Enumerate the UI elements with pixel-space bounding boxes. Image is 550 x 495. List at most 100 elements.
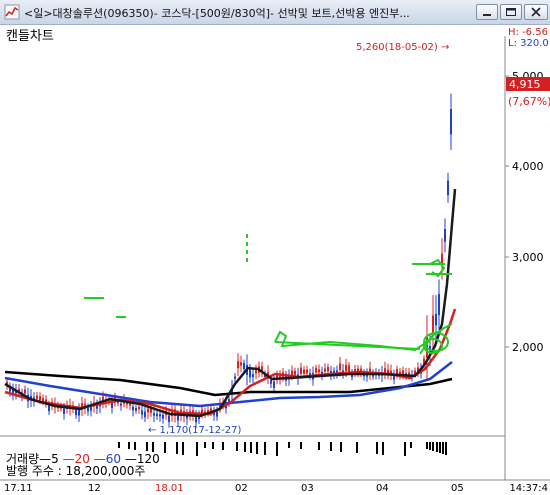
volume-bar xyxy=(236,442,238,451)
green-annotations xyxy=(84,234,453,355)
candle-body xyxy=(249,369,251,378)
volume-bar xyxy=(222,442,224,450)
x-tick-label: 05 xyxy=(451,483,464,494)
ma20-line xyxy=(4,308,457,416)
volume-bar xyxy=(152,442,154,452)
volume-bar xyxy=(176,442,178,454)
volume-bar xyxy=(264,442,266,455)
candle-body xyxy=(228,399,230,402)
candle-body xyxy=(36,395,38,399)
candle-body xyxy=(132,406,134,411)
candle-body xyxy=(432,315,434,334)
volume-bar xyxy=(340,442,342,452)
volume-bar xyxy=(164,442,166,453)
candle-body xyxy=(252,374,254,378)
volume-bar xyxy=(128,442,130,449)
y-tick-label: 2,000 xyxy=(512,341,544,354)
volume-bar xyxy=(118,442,120,448)
candle-body xyxy=(444,229,446,242)
volume-bar xyxy=(429,442,431,450)
volume-bar xyxy=(196,442,198,456)
volume-bar xyxy=(288,442,290,448)
candle-body xyxy=(78,409,80,416)
volume-bar xyxy=(445,442,447,455)
volume-bar xyxy=(426,442,428,449)
x-tick-label: 18.01 xyxy=(155,483,184,494)
candle-body xyxy=(348,365,350,372)
candle-body xyxy=(294,370,296,375)
candle-body xyxy=(447,180,449,196)
ma5-line xyxy=(4,188,457,418)
candle-body xyxy=(441,253,443,264)
candle-body xyxy=(234,376,236,379)
candle-body xyxy=(159,414,161,417)
candle-body xyxy=(243,362,245,370)
candle-body xyxy=(144,411,146,418)
candle-body xyxy=(303,369,305,374)
candle-body xyxy=(438,294,440,316)
candle-body xyxy=(39,396,41,401)
candle-body xyxy=(324,368,326,372)
candle-body xyxy=(135,408,137,411)
volume-bar xyxy=(439,442,441,453)
candle-body xyxy=(255,370,257,374)
candle-body xyxy=(90,406,92,411)
candle-body xyxy=(237,361,239,369)
volume-bar xyxy=(250,442,252,453)
volume-bar xyxy=(356,442,358,453)
candle-body xyxy=(318,369,320,373)
candle-body xyxy=(141,410,143,415)
volume-bar xyxy=(410,442,412,448)
candle-body xyxy=(384,368,386,373)
candle-body xyxy=(168,415,170,422)
window-title: <일>대창솔루션(096350)- 코스닥-[500원/830억]- 선박및 보… xyxy=(24,7,410,20)
maximize-button[interactable] xyxy=(500,4,522,20)
volume-bar xyxy=(134,442,136,450)
current-price: 4,915 xyxy=(509,78,541,91)
volume-bar xyxy=(276,442,278,456)
x-tick-label: 03 xyxy=(301,483,314,494)
volume-bar xyxy=(404,442,406,456)
candle-body xyxy=(291,370,293,376)
candle-body xyxy=(75,409,77,416)
x-tick-label: 12 xyxy=(88,483,101,494)
volume-bar xyxy=(442,442,444,454)
candle-body xyxy=(162,414,164,419)
volume-bar xyxy=(146,442,148,451)
volume-bar xyxy=(436,442,438,452)
candle-body xyxy=(270,380,272,384)
volume-bar xyxy=(330,442,332,451)
candle-body xyxy=(240,362,242,366)
candle-body xyxy=(345,364,347,371)
candle-body xyxy=(63,408,65,414)
max-annotation: 5,260(18-05-02) → xyxy=(356,42,449,53)
volume-bar xyxy=(244,442,246,452)
volume-bar xyxy=(376,442,378,454)
min-annotation: ← 1,170(17-12-27) xyxy=(148,425,241,436)
close-button[interactable] xyxy=(524,4,548,20)
candle-body xyxy=(111,402,113,408)
candle-body xyxy=(300,367,302,374)
x-tick-label: 17.11 xyxy=(4,483,33,494)
x-tick-label: 02 xyxy=(235,483,248,494)
status-time: 14:37:4 xyxy=(509,483,548,494)
app-icon xyxy=(4,4,20,20)
volume-bar xyxy=(432,442,434,451)
x-axis: 17.11 12 18.01 02 03 04 05 xyxy=(0,483,550,495)
y-tick-label: 4,000 xyxy=(512,160,544,173)
candlestick-chart[interactable]: 5,000 4,000 3,000 2,000 4,915 (7,67%) 5,… xyxy=(0,24,550,483)
x-tick-label: 04 xyxy=(376,483,389,494)
shares-issued: 발행 주수 : 18,200,000주 xyxy=(6,464,146,478)
candle-body xyxy=(147,408,149,413)
volume-bar xyxy=(212,442,214,449)
current-change: (7,67%) xyxy=(508,95,550,108)
candle-body xyxy=(153,413,155,416)
candle-body xyxy=(120,403,122,406)
candle-body xyxy=(306,369,308,374)
candle-body xyxy=(177,416,179,421)
minimize-button[interactable] xyxy=(476,4,498,20)
volume-bar xyxy=(182,442,184,455)
candle-body xyxy=(156,413,158,417)
volume-bar xyxy=(318,442,320,450)
candle-body xyxy=(450,109,452,135)
